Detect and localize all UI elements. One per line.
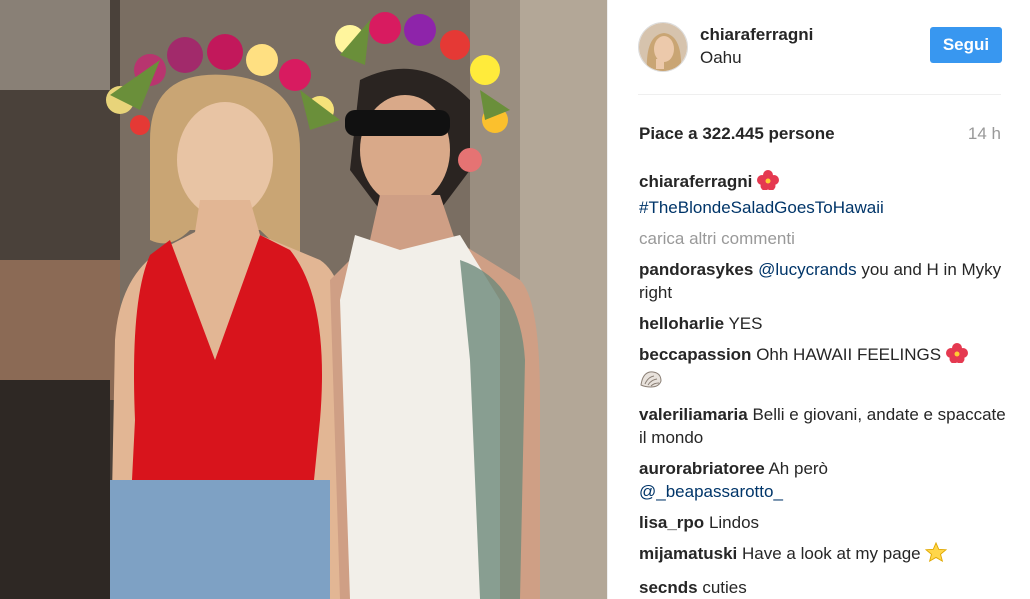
comment-author[interactable]: secnds	[639, 578, 698, 597]
comment-item: mijamatuski Have a look at my page	[639, 541, 1009, 568]
comment-text: YES	[728, 314, 763, 333]
comment-item: pandorasykes @lucycrands you and H in My…	[639, 258, 1009, 304]
comment-author[interactable]: aurorabriatoree	[639, 459, 765, 478]
comment-mention[interactable]: @_beapassarotto_	[639, 482, 783, 501]
comment-text: Lindos	[708, 513, 760, 532]
avatar[interactable]	[638, 22, 688, 72]
comments-list: chiaraferragni #TheBlondeSaladGoesToHawa…	[639, 170, 1009, 599]
load-more-comments[interactable]: carica altri commenti	[639, 227, 1009, 250]
post-photo[interactable]	[0, 0, 607, 599]
comment-item: lisa_rpo Lindos	[639, 511, 1009, 534]
comment-item: helloharlie YES	[639, 312, 1009, 335]
hibiscus-icon	[757, 170, 780, 196]
post-timestamp[interactable]: 14 h	[968, 124, 1001, 144]
star-icon	[925, 541, 948, 568]
comment-author[interactable]: helloharlie	[639, 314, 724, 333]
comment-text: cuties	[702, 578, 747, 597]
comment-item: aurorabriatoree Ah però @_beapassarotto_	[639, 457, 1009, 503]
comment-item: valeriliamaria Belli e giovani, andate e…	[639, 403, 1009, 449]
comment-author[interactable]: lisa_rpo	[639, 513, 704, 532]
comment-text: Have a look at my page	[742, 544, 921, 563]
comment-author[interactable]: mijamatuski	[639, 544, 737, 563]
avatar-image-icon	[639, 23, 687, 71]
comment-author[interactable]: pandorasykes	[639, 260, 753, 279]
comment-item: beccapassion Ohh HAWAII FEELINGS	[639, 343, 1009, 395]
post-location[interactable]: Oahu	[700, 48, 742, 68]
comment-mention[interactable]: @lucycrands	[758, 260, 857, 279]
caption-author[interactable]: chiaraferragni	[639, 172, 752, 191]
comment-text: Ah però	[768, 459, 829, 478]
hibiscus-icon	[945, 343, 968, 369]
caption-hashtag[interactable]: #TheBlondeSaladGoesToHawaii	[639, 198, 884, 217]
comment-author[interactable]: beccapassion	[639, 345, 751, 364]
post-header: chiaraferragni Oahu Segui	[638, 18, 1002, 95]
likes-row: Piace a 322.445 persone 14 h	[638, 124, 1001, 146]
comment-text: Ohh HAWAII FEELINGS	[756, 345, 942, 364]
follow-button[interactable]: Segui	[930, 27, 1002, 63]
shell-icon	[639, 369, 663, 395]
post-username[interactable]: chiaraferragni	[700, 25, 813, 45]
post-sidebar: chiaraferragni Oahu Segui Piace a 322.44…	[607, 0, 1030, 599]
comment-item: secnds cuties	[639, 576, 1009, 599]
photo-illustration	[0, 0, 607, 599]
likes-count[interactable]: Piace a 322.445 persone	[639, 124, 835, 144]
caption: chiaraferragni #TheBlondeSaladGoesToHawa…	[639, 170, 1009, 219]
comment-author[interactable]: valeriliamaria	[639, 405, 748, 424]
